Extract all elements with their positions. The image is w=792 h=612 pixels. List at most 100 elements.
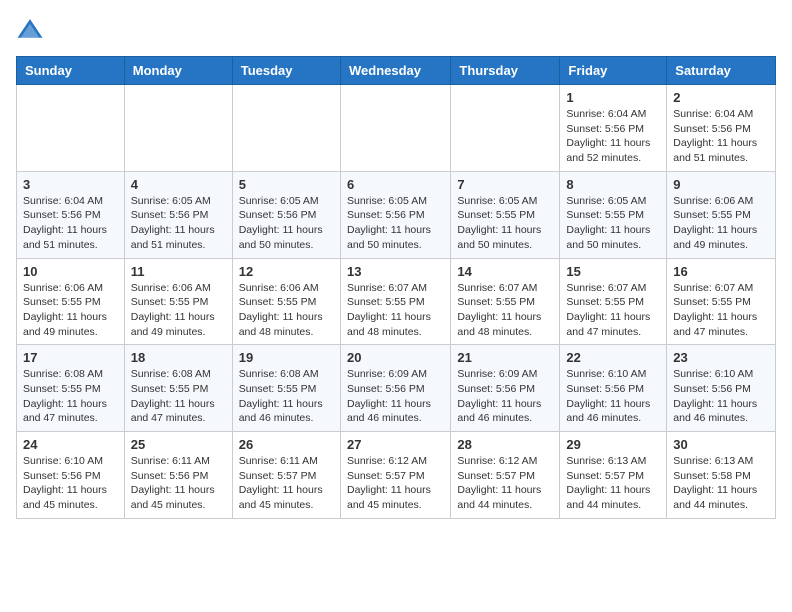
calendar-cell: 14 Sunrise: 6:07 AMSunset: 5:55 PMDayligh… — [451, 258, 560, 345]
calendar-cell: 27 Sunrise: 6:12 AMSunset: 5:57 PMDayligh… — [340, 432, 450, 519]
day-info: Sunrise: 6:05 AMSunset: 5:56 PMDaylight:… — [131, 194, 226, 253]
calendar-cell: 18 Sunrise: 6:08 AMSunset: 5:55 PMDayligh… — [124, 345, 232, 432]
day-number: 11 — [131, 264, 226, 279]
day-info: Sunrise: 6:08 AMSunset: 5:55 PMDaylight:… — [131, 367, 226, 426]
day-number: 16 — [673, 264, 769, 279]
day-info: Sunrise: 6:10 AMSunset: 5:56 PMDaylight:… — [673, 367, 769, 426]
day-info: Sunrise: 6:13 AMSunset: 5:58 PMDaylight:… — [673, 454, 769, 513]
calendar-cell: 24Sunrise: 6:10 AMSunset: 5:56 PMDayligh… — [17, 432, 125, 519]
calendar-cell: 23 Sunrise: 6:10 AMSunset: 5:56 PMDayligh… — [667, 345, 776, 432]
page-header — [16, 16, 776, 44]
calendar-cell — [232, 85, 340, 172]
calendar-week-row: 1 Sunrise: 6:04 AMSunset: 5:56 PMDaylight… — [17, 85, 776, 172]
day-info: Sunrise: 6:08 AMSunset: 5:55 PMDaylight:… — [239, 367, 334, 426]
day-number: 19 — [239, 350, 334, 365]
calendar-cell: 1 Sunrise: 6:04 AMSunset: 5:56 PMDaylight… — [560, 85, 667, 172]
day-number: 29 — [566, 437, 660, 452]
day-number: 14 — [457, 264, 553, 279]
day-info: Sunrise: 6:06 AMSunset: 5:55 PMDaylight:… — [23, 281, 118, 340]
day-info: Sunrise: 6:11 AMSunset: 5:57 PMDaylight:… — [239, 454, 334, 513]
calendar-cell: 28 Sunrise: 6:12 AMSunset: 5:57 PMDayligh… — [451, 432, 560, 519]
column-header-saturday: Saturday — [667, 57, 776, 85]
day-number: 20 — [347, 350, 444, 365]
calendar-cell: 5 Sunrise: 6:05 AMSunset: 5:56 PMDaylight… — [232, 171, 340, 258]
day-info: Sunrise: 6:05 AMSunset: 5:56 PMDaylight:… — [239, 194, 334, 253]
day-info: Sunrise: 6:06 AMSunset: 5:55 PMDaylight:… — [131, 281, 226, 340]
day-number: 2 — [673, 90, 769, 105]
calendar-cell: 30 Sunrise: 6:13 AMSunset: 5:58 PMDayligh… — [667, 432, 776, 519]
day-number: 5 — [239, 177, 334, 192]
day-info: Sunrise: 6:07 AMSunset: 5:55 PMDaylight:… — [566, 281, 660, 340]
day-number: 4 — [131, 177, 226, 192]
calendar-cell — [17, 85, 125, 172]
column-header-thursday: Thursday — [451, 57, 560, 85]
day-number: 13 — [347, 264, 444, 279]
day-number: 3 — [23, 177, 118, 192]
day-number: 18 — [131, 350, 226, 365]
day-number: 8 — [566, 177, 660, 192]
column-header-tuesday: Tuesday — [232, 57, 340, 85]
calendar-cell: 15 Sunrise: 6:07 AMSunset: 5:55 PMDayligh… — [560, 258, 667, 345]
day-number: 12 — [239, 264, 334, 279]
day-number: 7 — [457, 177, 553, 192]
calendar-cell: 16 Sunrise: 6:07 AMSunset: 5:55 PMDayligh… — [667, 258, 776, 345]
day-info: Sunrise: 6:10 AMSunset: 5:56 PMDaylight:… — [566, 367, 660, 426]
column-header-sunday: Sunday — [17, 57, 125, 85]
column-header-monday: Monday — [124, 57, 232, 85]
calendar-week-row: 10 Sunrise: 6:06 AMSunset: 5:55 PMDayligh… — [17, 258, 776, 345]
calendar-table: SundayMondayTuesdayWednesdayThursdayFrid… — [16, 56, 776, 519]
day-info: Sunrise: 6:08 AMSunset: 5:55 PMDaylight:… — [23, 367, 118, 426]
day-info: Sunrise: 6:07 AMSunset: 5:55 PMDaylight:… — [457, 281, 553, 340]
calendar-cell: 17 Sunrise: 6:08 AMSunset: 5:55 PMDayligh… — [17, 345, 125, 432]
day-number: 1 — [566, 90, 660, 105]
calendar-header-row: SundayMondayTuesdayWednesdayThursdayFrid… — [17, 57, 776, 85]
day-info: Sunrise: 6:04 AMSunset: 5:56 PMDaylight:… — [566, 107, 660, 166]
day-number: 28 — [457, 437, 553, 452]
day-number: 26 — [239, 437, 334, 452]
calendar-cell: 8 Sunrise: 6:05 AMSunset: 5:55 PMDaylight… — [560, 171, 667, 258]
day-number: 17 — [23, 350, 118, 365]
column-header-wednesday: Wednesday — [340, 57, 450, 85]
calendar-cell: 7 Sunrise: 6:05 AMSunset: 5:55 PMDaylight… — [451, 171, 560, 258]
calendar-cell: 20 Sunrise: 6:09 AMSunset: 5:56 PMDayligh… — [340, 345, 450, 432]
day-number: 15 — [566, 264, 660, 279]
day-info: Sunrise: 6:07 AMSunset: 5:55 PMDaylight:… — [347, 281, 444, 340]
day-number: 22 — [566, 350, 660, 365]
calendar-cell: 4 Sunrise: 6:05 AMSunset: 5:56 PMDaylight… — [124, 171, 232, 258]
day-info: Sunrise: 6:12 AMSunset: 5:57 PMDaylight:… — [457, 454, 553, 513]
calendar-week-row: 24Sunrise: 6:10 AMSunset: 5:56 PMDayligh… — [17, 432, 776, 519]
calendar-cell — [340, 85, 450, 172]
calendar-week-row: 3Sunrise: 6:04 AMSunset: 5:56 PMDaylight… — [17, 171, 776, 258]
day-info: Sunrise: 6:05 AMSunset: 5:56 PMDaylight:… — [347, 194, 444, 253]
day-number: 30 — [673, 437, 769, 452]
day-info: Sunrise: 6:11 AMSunset: 5:56 PMDaylight:… — [131, 454, 226, 513]
calendar-cell: 19 Sunrise: 6:08 AMSunset: 5:55 PMDayligh… — [232, 345, 340, 432]
day-number: 25 — [131, 437, 226, 452]
day-number: 21 — [457, 350, 553, 365]
calendar-cell: 2Sunrise: 6:04 AMSunset: 5:56 PMDaylight… — [667, 85, 776, 172]
day-number: 6 — [347, 177, 444, 192]
day-number: 24 — [23, 437, 118, 452]
calendar-cell: 6 Sunrise: 6:05 AMSunset: 5:56 PMDaylight… — [340, 171, 450, 258]
day-info: Sunrise: 6:06 AMSunset: 5:55 PMDaylight:… — [239, 281, 334, 340]
day-info: Sunrise: 6:07 AMSunset: 5:55 PMDaylight:… — [673, 281, 769, 340]
column-header-friday: Friday — [560, 57, 667, 85]
day-info: Sunrise: 6:12 AMSunset: 5:57 PMDaylight:… — [347, 454, 444, 513]
day-number: 27 — [347, 437, 444, 452]
calendar-cell: 29Sunrise: 6:13 AMSunset: 5:57 PMDayligh… — [560, 432, 667, 519]
logo — [16, 16, 48, 44]
calendar-week-row: 17 Sunrise: 6:08 AMSunset: 5:55 PMDayligh… — [17, 345, 776, 432]
calendar-cell — [124, 85, 232, 172]
calendar-cell: 13 Sunrise: 6:07 AMSunset: 5:55 PMDayligh… — [340, 258, 450, 345]
day-info: Sunrise: 6:05 AMSunset: 5:55 PMDaylight:… — [457, 194, 553, 253]
day-number: 10 — [23, 264, 118, 279]
calendar-cell: 25 Sunrise: 6:11 AMSunset: 5:56 PMDayligh… — [124, 432, 232, 519]
calendar-cell: 3Sunrise: 6:04 AMSunset: 5:56 PMDaylight… — [17, 171, 125, 258]
day-info: Sunrise: 6:05 AMSunset: 5:55 PMDaylight:… — [566, 194, 660, 253]
day-info: Sunrise: 6:09 AMSunset: 5:56 PMDaylight:… — [457, 367, 553, 426]
logo-icon — [16, 16, 44, 44]
calendar-cell: 12 Sunrise: 6:06 AMSunset: 5:55 PMDayligh… — [232, 258, 340, 345]
day-number: 23 — [673, 350, 769, 365]
day-number: 9 — [673, 177, 769, 192]
day-info: Sunrise: 6:09 AMSunset: 5:56 PMDaylight:… — [347, 367, 444, 426]
